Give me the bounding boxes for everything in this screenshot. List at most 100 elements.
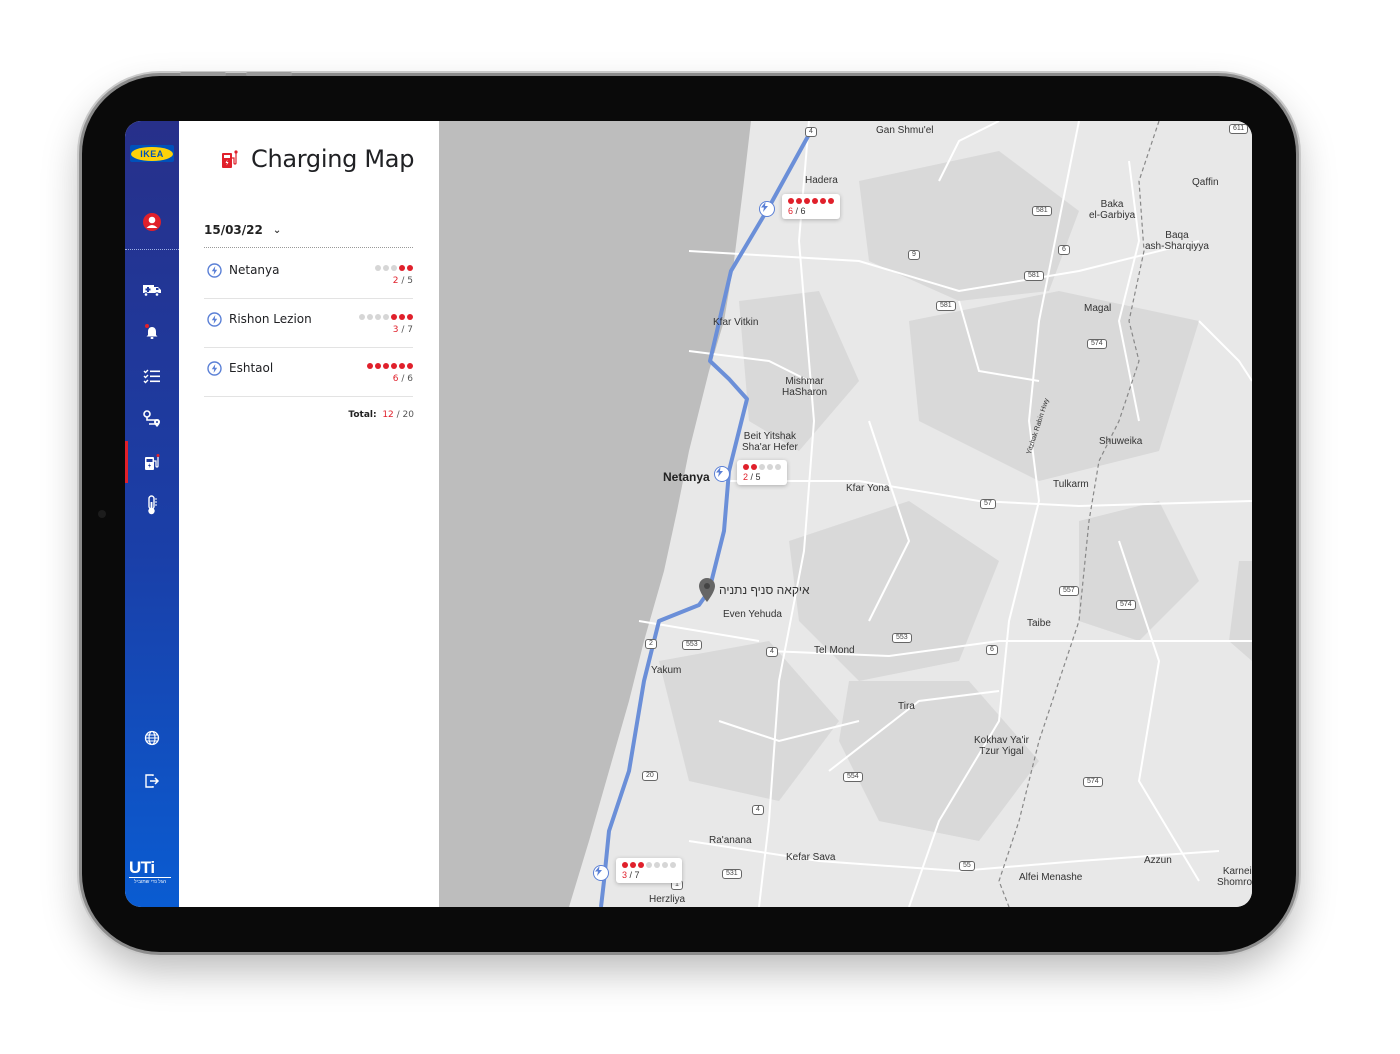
route-icon: [143, 410, 160, 427]
chevron-down-icon: ⌄: [272, 224, 282, 236]
free-slot-dot: [383, 314, 389, 320]
ikea-logo-text: IKEA: [131, 146, 173, 161]
date-divider: [204, 247, 413, 248]
occupied-slot-dot: [796, 198, 802, 204]
road-shield: 6: [1058, 245, 1070, 255]
place-label: Hadera: [805, 175, 838, 186]
place-label-line: Tzur Yigal: [979, 746, 1024, 757]
road-shield: 4: [752, 805, 764, 815]
place-label: Beit Yitshak Sha'ar Hefer: [742, 431, 798, 453]
station-icon: [207, 312, 222, 327]
free-slot-dot: [359, 314, 365, 320]
charging-popup[interactable]: 6 / 6: [782, 194, 840, 219]
charging-marker[interactable]: [593, 865, 609, 881]
sidebar-item-notifications[interactable]: [125, 317, 179, 347]
occupied-slot-dot: [820, 198, 826, 204]
station-list-item[interactable]: Netanya 2 / 5: [204, 249, 413, 299]
free-slot-dot: [375, 265, 381, 271]
ikea-logo[interactable]: IKEA: [130, 145, 174, 162]
place-label-line: HaSharon: [782, 387, 828, 398]
sidebar-item-profile[interactable]: [125, 207, 179, 237]
date-selector[interactable]: 15/03/22 ⌄: [204, 223, 281, 237]
delivery-truck-icon: [143, 285, 161, 297]
place-label-line: Shomron: [1217, 877, 1252, 888]
station-list-item[interactable]: Eshtaol 6 / 6: [204, 347, 413, 397]
road-shield: 581: [1024, 271, 1044, 281]
station-name: Eshtaol: [229, 361, 274, 375]
sidebar-item-logout[interactable]: [125, 766, 179, 796]
occupied-slot-dot: [622, 862, 628, 868]
place-label-line: Kokhav Ya'ir: [974, 735, 1029, 746]
occupied-slot-dot: [788, 198, 794, 204]
sidebar-item-deliveries[interactable]: [125, 275, 179, 305]
lightning-icon: [595, 866, 602, 876]
occupied-slot-dot: [391, 314, 397, 320]
occupied-slot-dot: [407, 314, 413, 320]
place-label: Kefar Sava: [786, 852, 836, 863]
bell-icon: [145, 324, 158, 339]
sidebar-item-routes[interactable]: [125, 404, 179, 434]
place-label: Taibe: [1027, 618, 1051, 629]
slot-indicator: [375, 265, 413, 271]
uti-logo-text: UTi: [129, 858, 155, 877]
destination-label: איקאה סניף נתניה: [719, 583, 810, 597]
place-label: Tel Mond: [814, 645, 855, 656]
place-label-line: el-Garbiya: [1089, 210, 1136, 221]
volume-down-button: [246, 72, 292, 76]
sidebar-item-language[interactable]: [125, 723, 179, 753]
logout-icon: [145, 774, 160, 788]
location-pin-icon[interactable]: [698, 577, 716, 603]
lightning-circle-icon: [207, 312, 222, 327]
occupied-slot-dot: [804, 198, 810, 204]
place-label: Azzun: [1144, 855, 1172, 866]
slot-total: / 6: [793, 206, 806, 216]
road-shield: 581: [1032, 206, 1052, 216]
road-shield: 57: [980, 499, 996, 509]
total-capacity: / 20: [393, 410, 414, 420]
sidebar-divider: [125, 249, 179, 250]
place-label: Ra'anana: [709, 835, 752, 846]
map-view[interactable]: 4 611 581 6 9 581 581 574 57 557 574 553…: [439, 121, 1252, 907]
place-label: Mishmar HaSharon: [782, 376, 827, 398]
charging-marker[interactable]: [714, 466, 730, 482]
road-shield: 574: [1083, 777, 1103, 787]
road-shield: 55: [959, 861, 975, 871]
road-shield: 553: [682, 640, 702, 650]
sea-area: [439, 121, 751, 907]
place-label-line: Beit Yitshak: [743, 431, 797, 442]
road-shield: 553: [892, 633, 912, 643]
charging-marker[interactable]: [759, 201, 775, 217]
slot-count: 2 / 5: [743, 472, 781, 482]
place-label: Baqa ash-Sharqiyya: [1145, 230, 1209, 252]
station-list-item[interactable]: Rishon Lezion 3 / 7: [204, 298, 413, 348]
volume-up-button: [180, 72, 226, 76]
slot-count: 3 / 7: [393, 325, 413, 335]
slot-indicator: [788, 198, 834, 204]
occupied-slot-dot: [828, 198, 834, 204]
charging-popup[interactable]: 3 / 7: [616, 858, 682, 883]
charging-popup[interactable]: 2 / 5: [737, 460, 787, 485]
occupied-slot-dot: [407, 363, 413, 369]
occupied-slot-dot: [399, 363, 405, 369]
station-name: Rishon Lezion: [229, 312, 312, 326]
place-label: Qaffin: [1192, 177, 1219, 188]
sidebar-item-charging-map[interactable]: [125, 447, 179, 477]
lightning-icon: [716, 467, 723, 477]
place-label: Magal: [1084, 303, 1112, 314]
slot-total: / 5: [398, 276, 413, 286]
slot-count: 3 / 7: [622, 870, 676, 880]
sidebar-item-temperature[interactable]: [125, 490, 179, 520]
occupied-slot-dot: [383, 363, 389, 369]
slot-total: / 6: [398, 374, 413, 384]
road-shield: 531: [722, 869, 742, 879]
road-shield: 581: [936, 301, 956, 311]
place-label-netanya: Netanya: [663, 470, 710, 484]
occupied-slot-dot: [375, 363, 381, 369]
place-label: Kfar Vitkin: [713, 317, 759, 328]
place-label-line: Sha'ar Hefer: [742, 442, 798, 453]
free-slot-dot: [759, 464, 765, 470]
place-label-line: Baqa: [1165, 230, 1189, 241]
sidebar-nav: IKEA UTi הגל נדי שתוביל: [125, 121, 179, 907]
sidebar-item-tasks[interactable]: [125, 361, 179, 391]
uti-tagline: הגל נדי שתוביל: [129, 877, 171, 885]
